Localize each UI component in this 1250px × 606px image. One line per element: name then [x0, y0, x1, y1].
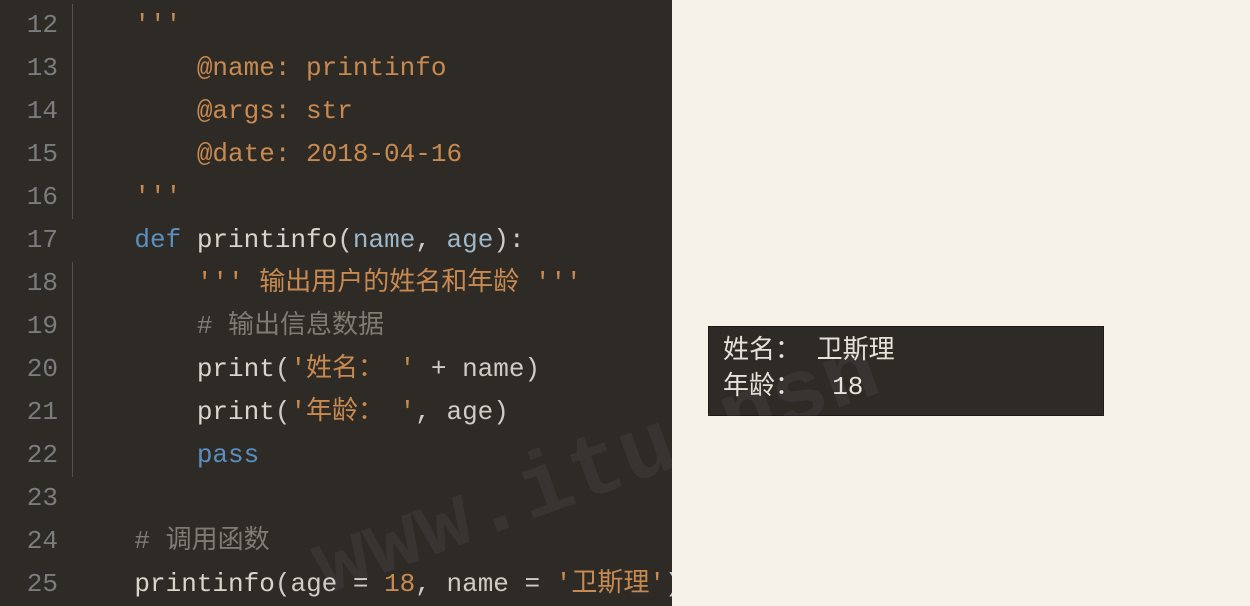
console-line: 年龄： 18 [723, 369, 1089, 405]
code-token: '卫斯理' [556, 569, 665, 599]
line-number: 19 [0, 305, 58, 348]
code-token: age [447, 225, 494, 255]
code-token: # 输出信息数据 [197, 311, 384, 341]
code-line[interactable]: @args: str [72, 90, 672, 133]
code-token: # 调用函数 [134, 526, 269, 556]
code-token: printinfo [197, 225, 337, 255]
code-token: def [134, 225, 196, 255]
code-editor-panel[interactable]: 1213141516171819202122232425 ''' @name: … [0, 0, 672, 606]
code-token: name [353, 225, 415, 255]
code-token: , [415, 225, 446, 255]
code-token: ) [665, 569, 672, 599]
console-output-panel: 姓名： 卫斯理 年龄： 18 [708, 326, 1104, 416]
code-token: ( [275, 354, 291, 384]
code-token: ): [493, 225, 524, 255]
line-number: 22 [0, 434, 58, 477]
code-token: '姓名： ' [290, 354, 415, 384]
line-number: 16 [0, 176, 58, 219]
code-line[interactable] [72, 477, 672, 520]
line-number: 21 [0, 391, 58, 434]
line-number: 24 [0, 520, 58, 563]
code-token: @args: str [197, 96, 353, 126]
code-token: ( [337, 225, 353, 255]
line-number: 13 [0, 47, 58, 90]
line-number: 23 [0, 477, 58, 520]
code-line[interactable]: @date: 2018-04-16 [72, 133, 672, 176]
code-line[interactable]: ''' [72, 176, 672, 219]
code-line[interactable]: @name: printinfo [72, 47, 672, 90]
code-line[interactable]: ''' [72, 4, 672, 47]
code-token: @name: printinfo [197, 53, 447, 83]
line-number: 12 [0, 4, 58, 47]
code-token: ''' [134, 10, 181, 40]
code-token: print [197, 354, 275, 384]
console-line: 姓名： 卫斯理 [723, 333, 1089, 369]
code-token: pass [197, 440, 259, 470]
code-token: ( [275, 397, 291, 427]
code-token: printinfo [134, 569, 274, 599]
code-token: 18 [384, 569, 415, 599]
watermark-text: www.ituansn [700, 0, 1250, 261]
code-line[interactable]: print('年龄： ', age) [72, 391, 672, 434]
line-number: 15 [0, 133, 58, 176]
code-line[interactable]: print('姓名： ' + name) [72, 348, 672, 391]
code-token: print [197, 397, 275, 427]
line-number: 20 [0, 348, 58, 391]
code-line[interactable]: # 输出信息数据 [72, 305, 672, 348]
code-line[interactable]: ''' 输出用户的姓名和年龄 ''' [72, 262, 672, 305]
code-token: , name = [415, 569, 555, 599]
line-number: 14 [0, 90, 58, 133]
line-number: 17 [0, 219, 58, 262]
line-number: 25 [0, 563, 58, 606]
code-line[interactable]: # 调用函数 [72, 520, 672, 563]
code-line[interactable]: printinfo(age = 18, name = '卫斯理') [72, 563, 672, 606]
code-token: ''' 输出用户的姓名和年龄 ''' [197, 268, 582, 298]
line-number-gutter: 1213141516171819202122232425 [0, 0, 72, 606]
line-number: 18 [0, 262, 58, 305]
code-token: '年龄： ' [290, 397, 415, 427]
code-line[interactable]: pass [72, 434, 672, 477]
code-token: @date: 2018-04-16 [197, 139, 462, 169]
code-token: ''' [134, 182, 181, 212]
code-token: + name) [415, 354, 540, 384]
code-token: , age) [415, 397, 509, 427]
code-line[interactable]: def printinfo(name, age): [72, 219, 672, 262]
code-area[interactable]: ''' @name: printinfo @args: str @date: 2… [72, 0, 672, 606]
code-token: (age = [275, 569, 384, 599]
